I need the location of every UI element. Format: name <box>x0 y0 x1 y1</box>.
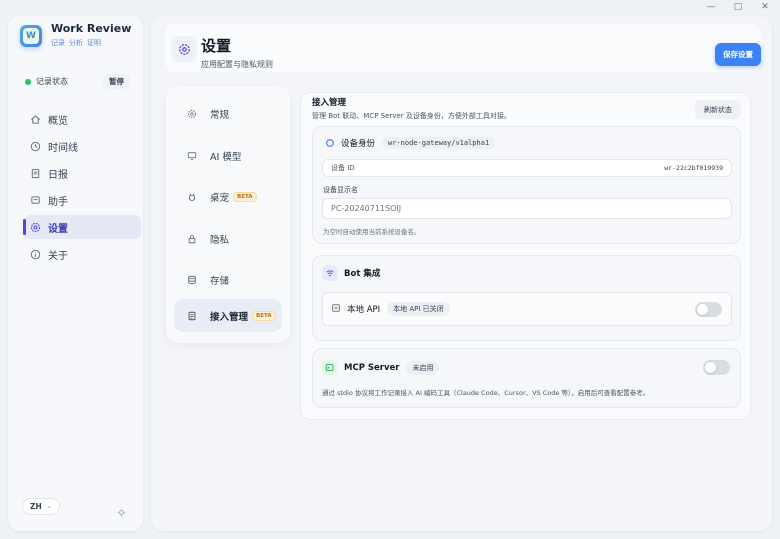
page-header: 设置 应用配置与隐私规则 保存设置 <box>165 24 761 72</box>
page-subtitle: 应用配置与隐私规则 <box>201 60 273 69</box>
display-name-label: 设备显示名 <box>323 186 358 194</box>
language-select[interactable]: ZH ⌄ <box>22 498 60 515</box>
display-name-input[interactable] <box>322 198 732 219</box>
beta-badge: BETA <box>233 191 257 202</box>
bot-header: Bot 集成 <box>322 265 380 281</box>
mcp-status-chip: 未启用 <box>406 360 440 375</box>
theme-toggle-icon[interactable] <box>117 502 126 521</box>
minimize-button[interactable]: — <box>704 2 718 12</box>
nav-label: 关于 <box>48 250 68 262</box>
app-tabs: 记录 分析 证明 <box>51 38 105 48</box>
subnav-label: 存储 <box>210 275 230 287</box>
sidebar: W Work Review 记录 分析 证明 记录状态 暂停 概览 时间线 日报 助… <box>8 16 143 531</box>
nav-item-daily-report[interactable]: 日报 <box>23 161 141 185</box>
nav-label: 概览 <box>48 115 68 127</box>
server-icon <box>331 303 341 315</box>
home-icon <box>29 113 41 125</box>
mcp-title: MCP Server <box>344 362 400 373</box>
database-icon <box>186 275 198 285</box>
subnav-item-general[interactable]: 常规 <box>174 97 282 130</box>
device-identity-card: 设备身份 wr-node-gateway/v1alpha1 设备 ID wr-2… <box>312 126 741 244</box>
chevron-down-icon: ⌄ <box>46 503 52 510</box>
gear-icon <box>186 109 198 119</box>
bot-integration-card: Bot 集成 本地 API 本地 API 已关闭 <box>312 255 741 341</box>
local-api-row: 本地 API 本地 API 已关闭 <box>322 292 732 326</box>
subnav-label: 桌宠 <box>210 192 230 204</box>
nav-item-settings[interactable]: 设置 <box>23 215 141 239</box>
display-name-hint: 为空时自动使用当前系统设备名。 <box>323 228 421 236</box>
language-value: ZH <box>30 502 42 511</box>
app-title: Work Review <box>51 22 132 35</box>
info-icon <box>29 248 41 260</box>
app-tab-record[interactable]: 记录 <box>51 39 65 47</box>
gear-icon <box>29 221 41 233</box>
settings-gear-icon <box>171 36 197 62</box>
lock-icon <box>186 234 198 244</box>
nav-label: 助手 <box>48 196 68 208</box>
wifi-icon <box>322 265 338 281</box>
nav-item-assistant[interactable]: 助手 <box>23 188 141 212</box>
title-bar: — □ ✕ <box>0 0 780 16</box>
refresh-status-button[interactable]: 刷新状态 <box>695 100 741 119</box>
clock-icon <box>29 140 41 152</box>
bot-title: Bot 集成 <box>344 269 381 279</box>
local-api-status-chip: 本地 API 已关闭 <box>387 302 450 316</box>
recording-status-label: 记录状态 <box>36 77 68 86</box>
section-title: 接入管理 <box>312 98 347 108</box>
mcp-server-card: MCP Server 未启用 通过 stdio 协议将工作记录接入 AI 编码工… <box>312 348 741 408</box>
app-tab-proof[interactable]: 证明 <box>87 39 101 47</box>
device-id-label: 设备 ID <box>331 164 355 172</box>
subnav-item-ai-model[interactable]: AI 模型 <box>174 139 282 172</box>
device-id-field: 设备 ID wr-22c2bf019939 <box>322 159 732 177</box>
subnav-item-desktop-pet[interactable]: 桌宠 BETA <box>174 180 282 213</box>
device-identity-title: 设备身份 <box>341 138 376 149</box>
app-logo: W <box>20 25 42 47</box>
terminal-icon <box>322 360 337 375</box>
nav-item-timeline[interactable]: 时间线 <box>23 134 141 158</box>
status-dot <box>25 78 31 85</box>
app-tab-analysis[interactable]: 分析 <box>69 39 83 47</box>
subnav-item-storage[interactable]: 存储 <box>174 263 282 296</box>
subnav-label: 隐私 <box>210 234 230 246</box>
nav-label: 设置 <box>48 223 68 235</box>
main-panel: 设置 应用配置与隐私规则 保存设置 常规 AI 模型 桌宠 BETA 隐私 存储… <box>151 16 772 531</box>
mcp-toggle[interactable] <box>703 360 730 375</box>
mcp-header: MCP Server 未启用 <box>322 360 440 375</box>
subnav-item-integration[interactable]: 接入管理 BETA <box>174 299 282 332</box>
beta-badge: BETA <box>252 310 276 321</box>
nav-label: 时间线 <box>48 142 78 154</box>
document-icon <box>29 167 41 179</box>
pet-icon <box>186 192 198 202</box>
nav-item-overview[interactable]: 概览 <box>23 107 141 131</box>
subnav-label: 常规 <box>210 109 230 121</box>
maximize-button[interactable]: □ <box>731 2 745 12</box>
mcp-description: 通过 stdio 协议将工作记录接入 AI 编码工具（Claude Code、C… <box>322 389 650 397</box>
device-id-value: wr-22c2bf019939 <box>664 164 723 172</box>
recording-status: 记录状态 <box>25 76 68 87</box>
local-api-label: 本地 API <box>347 305 381 315</box>
nav-item-about[interactable]: 关于 <box>23 242 141 266</box>
pause-button[interactable]: 暂停 <box>103 74 130 89</box>
app-logo-letter: W <box>23 28 39 44</box>
integration-panel: 接入管理 管理 Bot 联动、MCP Server 及设备身份，方便外部工具对接… <box>300 92 751 420</box>
main-nav: 概览 时间线 日报 助手 设置 关于 <box>23 107 141 269</box>
monitor-icon <box>186 151 198 161</box>
section-description: 管理 Bot 联动、MCP Server 及设备身份，方便外部工具对接。 <box>312 112 511 120</box>
subnav-item-privacy[interactable]: 隐私 <box>174 222 282 255</box>
subnav-label: 接入管理 <box>210 311 249 323</box>
close-button[interactable]: ✕ <box>758 2 772 12</box>
settings-subnav: 常规 AI 模型 桌宠 BETA 隐私 存储 接入管理 BETA <box>166 86 290 343</box>
gateway-chip: wr-node-gateway/v1alpha1 <box>382 136 496 149</box>
save-settings-button[interactable]: 保存设置 <box>715 43 761 66</box>
chat-icon <box>29 194 41 206</box>
device-identity-header: 设备身份 wr-node-gateway/v1alpha1 <box>323 136 496 149</box>
identity-icon <box>323 136 336 149</box>
local-api-toggle[interactable] <box>695 302 722 317</box>
plug-icon <box>186 311 198 321</box>
page-title: 设置 <box>201 37 232 55</box>
nav-label: 日报 <box>48 169 68 181</box>
subnav-label: AI 模型 <box>210 151 242 163</box>
